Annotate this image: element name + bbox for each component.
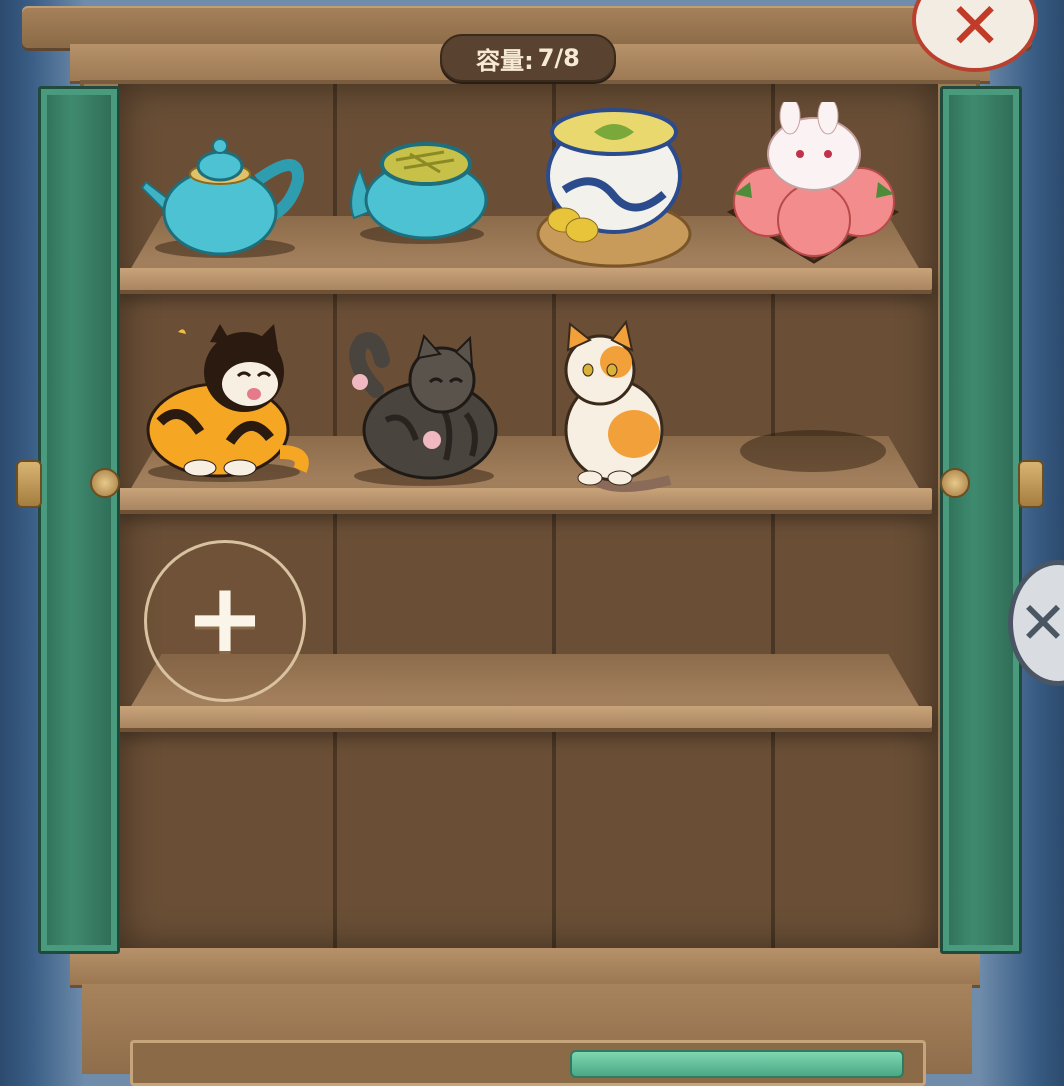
shelf-1 — [118, 268, 932, 290]
empty-slot-shadow[interactable] — [740, 430, 886, 472]
shelf-3 — [118, 706, 932, 728]
right-hinge — [1018, 460, 1044, 508]
tabby-cat-rolling-item[interactable] — [346, 330, 502, 486]
tea-leaf-jar-item[interactable] — [344, 130, 494, 246]
cabinet-base — [70, 948, 980, 988]
side-close-icon: ✕ — [1018, 589, 1064, 657]
right-door — [940, 86, 1022, 954]
left-door — [38, 86, 120, 954]
teapot-item[interactable] — [140, 130, 310, 260]
shelf-2 — [118, 488, 932, 510]
close-icon: ✕ — [948, 0, 1002, 64]
rabbit-peach-buns-item[interactable] — [724, 102, 904, 267]
calico-cat-laughing-item[interactable] — [140, 322, 310, 486]
blue-white-tea-bowl-item[interactable] — [534, 100, 694, 270]
capacity-label: 容量: — [476, 46, 534, 75]
add-item-button[interactable]: + — [144, 540, 306, 702]
capacity-value: 7/8 — [537, 44, 580, 72]
right-door-knob-icon — [940, 468, 970, 498]
left-door-knob-icon — [90, 468, 120, 498]
calico-cat-sitting-item[interactable] — [550, 320, 678, 494]
left-hinge — [16, 460, 42, 508]
confirm-bar[interactable] — [570, 1050, 904, 1078]
capacity-badge: 容量: 7/8 — [440, 34, 616, 82]
plus-icon: + — [184, 562, 266, 674]
